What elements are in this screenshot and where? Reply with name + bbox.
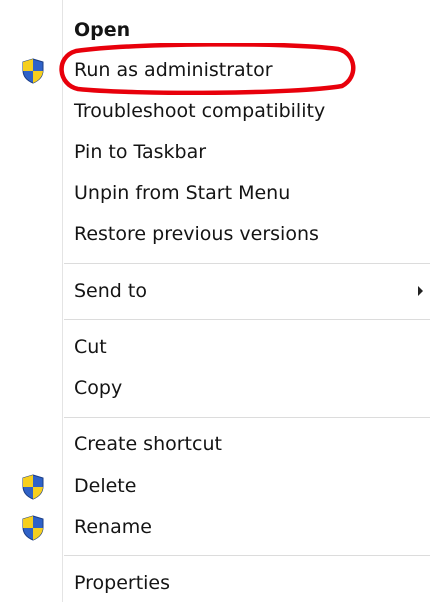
chevron-right-icon (418, 286, 423, 296)
menu-item-label: Rename (74, 516, 152, 538)
menu-item-send-to[interactable]: Send to (0, 272, 435, 310)
menu-item-label: Properties (74, 572, 171, 594)
menu-item-cut[interactable]: Cut (0, 328, 435, 366)
menu-item-label: Troubleshoot compatibility (74, 100, 326, 122)
menu-item-label: Cut (74, 336, 107, 358)
uac-shield-icon (22, 515, 44, 541)
uac-shield-icon (22, 58, 44, 84)
menu-item-label: Delete (74, 475, 137, 497)
menu-separator (64, 417, 430, 418)
menu-item-delete[interactable]: Delete (0, 467, 435, 505)
menu-item-label: Unpin from Start Menu (74, 182, 291, 204)
menu-item-label: Run as administrator (74, 59, 273, 81)
menu-separator (64, 555, 430, 556)
menu-item-run-as-administrator[interactable]: Run as administrator (0, 51, 435, 89)
menu-item-open[interactable]: Open (0, 11, 435, 49)
uac-shield-icon (22, 474, 44, 500)
menu-item-label: Copy (74, 377, 123, 399)
menu-separator (64, 263, 430, 264)
menu-item-label: Restore previous versions (74, 223, 319, 245)
menu-item-rename[interactable]: Rename (0, 508, 435, 546)
menu-item-label: Open (74, 19, 131, 41)
menu-item-label: Send to (74, 280, 147, 302)
menu-separator (64, 319, 430, 320)
menu-item-troubleshoot-compatibility[interactable]: Troubleshoot compatibility (0, 92, 435, 130)
menu-item-create-shortcut[interactable]: Create shortcut (0, 425, 435, 463)
menu-item-restore-previous-versions[interactable]: Restore previous versions (0, 215, 435, 253)
menu-item-pin-to-taskbar[interactable]: Pin to Taskbar (0, 133, 435, 171)
context-menu: Open Run as administrator Troubleshoot c… (0, 0, 435, 602)
menu-item-properties[interactable]: Properties (0, 564, 435, 602)
menu-item-copy[interactable]: Copy (0, 369, 435, 407)
menu-item-label: Create shortcut (74, 433, 222, 455)
menu-item-unpin-from-start-menu[interactable]: Unpin from Start Menu (0, 174, 435, 212)
menu-item-label: Pin to Taskbar (74, 141, 207, 163)
